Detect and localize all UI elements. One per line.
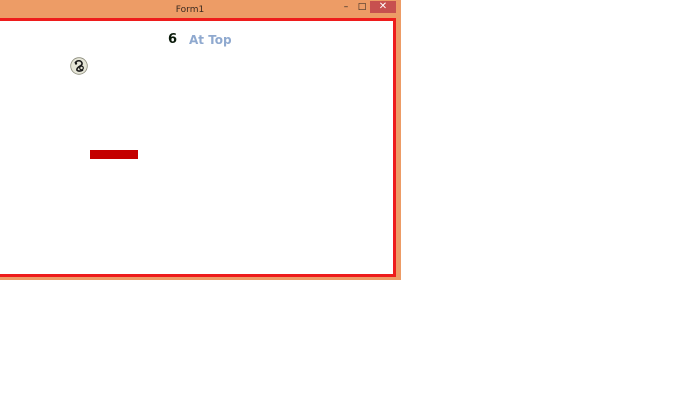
title-bar[interactable]: Form1 – □ ✕: [0, 0, 401, 20]
maximize-button[interactable]: □: [355, 1, 369, 13]
status-label: At Top: [189, 33, 232, 47]
score-label: 6: [168, 32, 178, 47]
soccer-ball-icon: [70, 57, 88, 75]
close-button[interactable]: ✕: [370, 1, 396, 13]
game-area[interactable]: 6 At Top: [0, 18, 396, 277]
paddle[interactable]: [90, 150, 138, 159]
game-window: Form1 – □ ✕ 6 At Top: [0, 0, 401, 280]
window-title: Form1: [175, 5, 205, 15]
minimize-button[interactable]: –: [339, 1, 353, 13]
